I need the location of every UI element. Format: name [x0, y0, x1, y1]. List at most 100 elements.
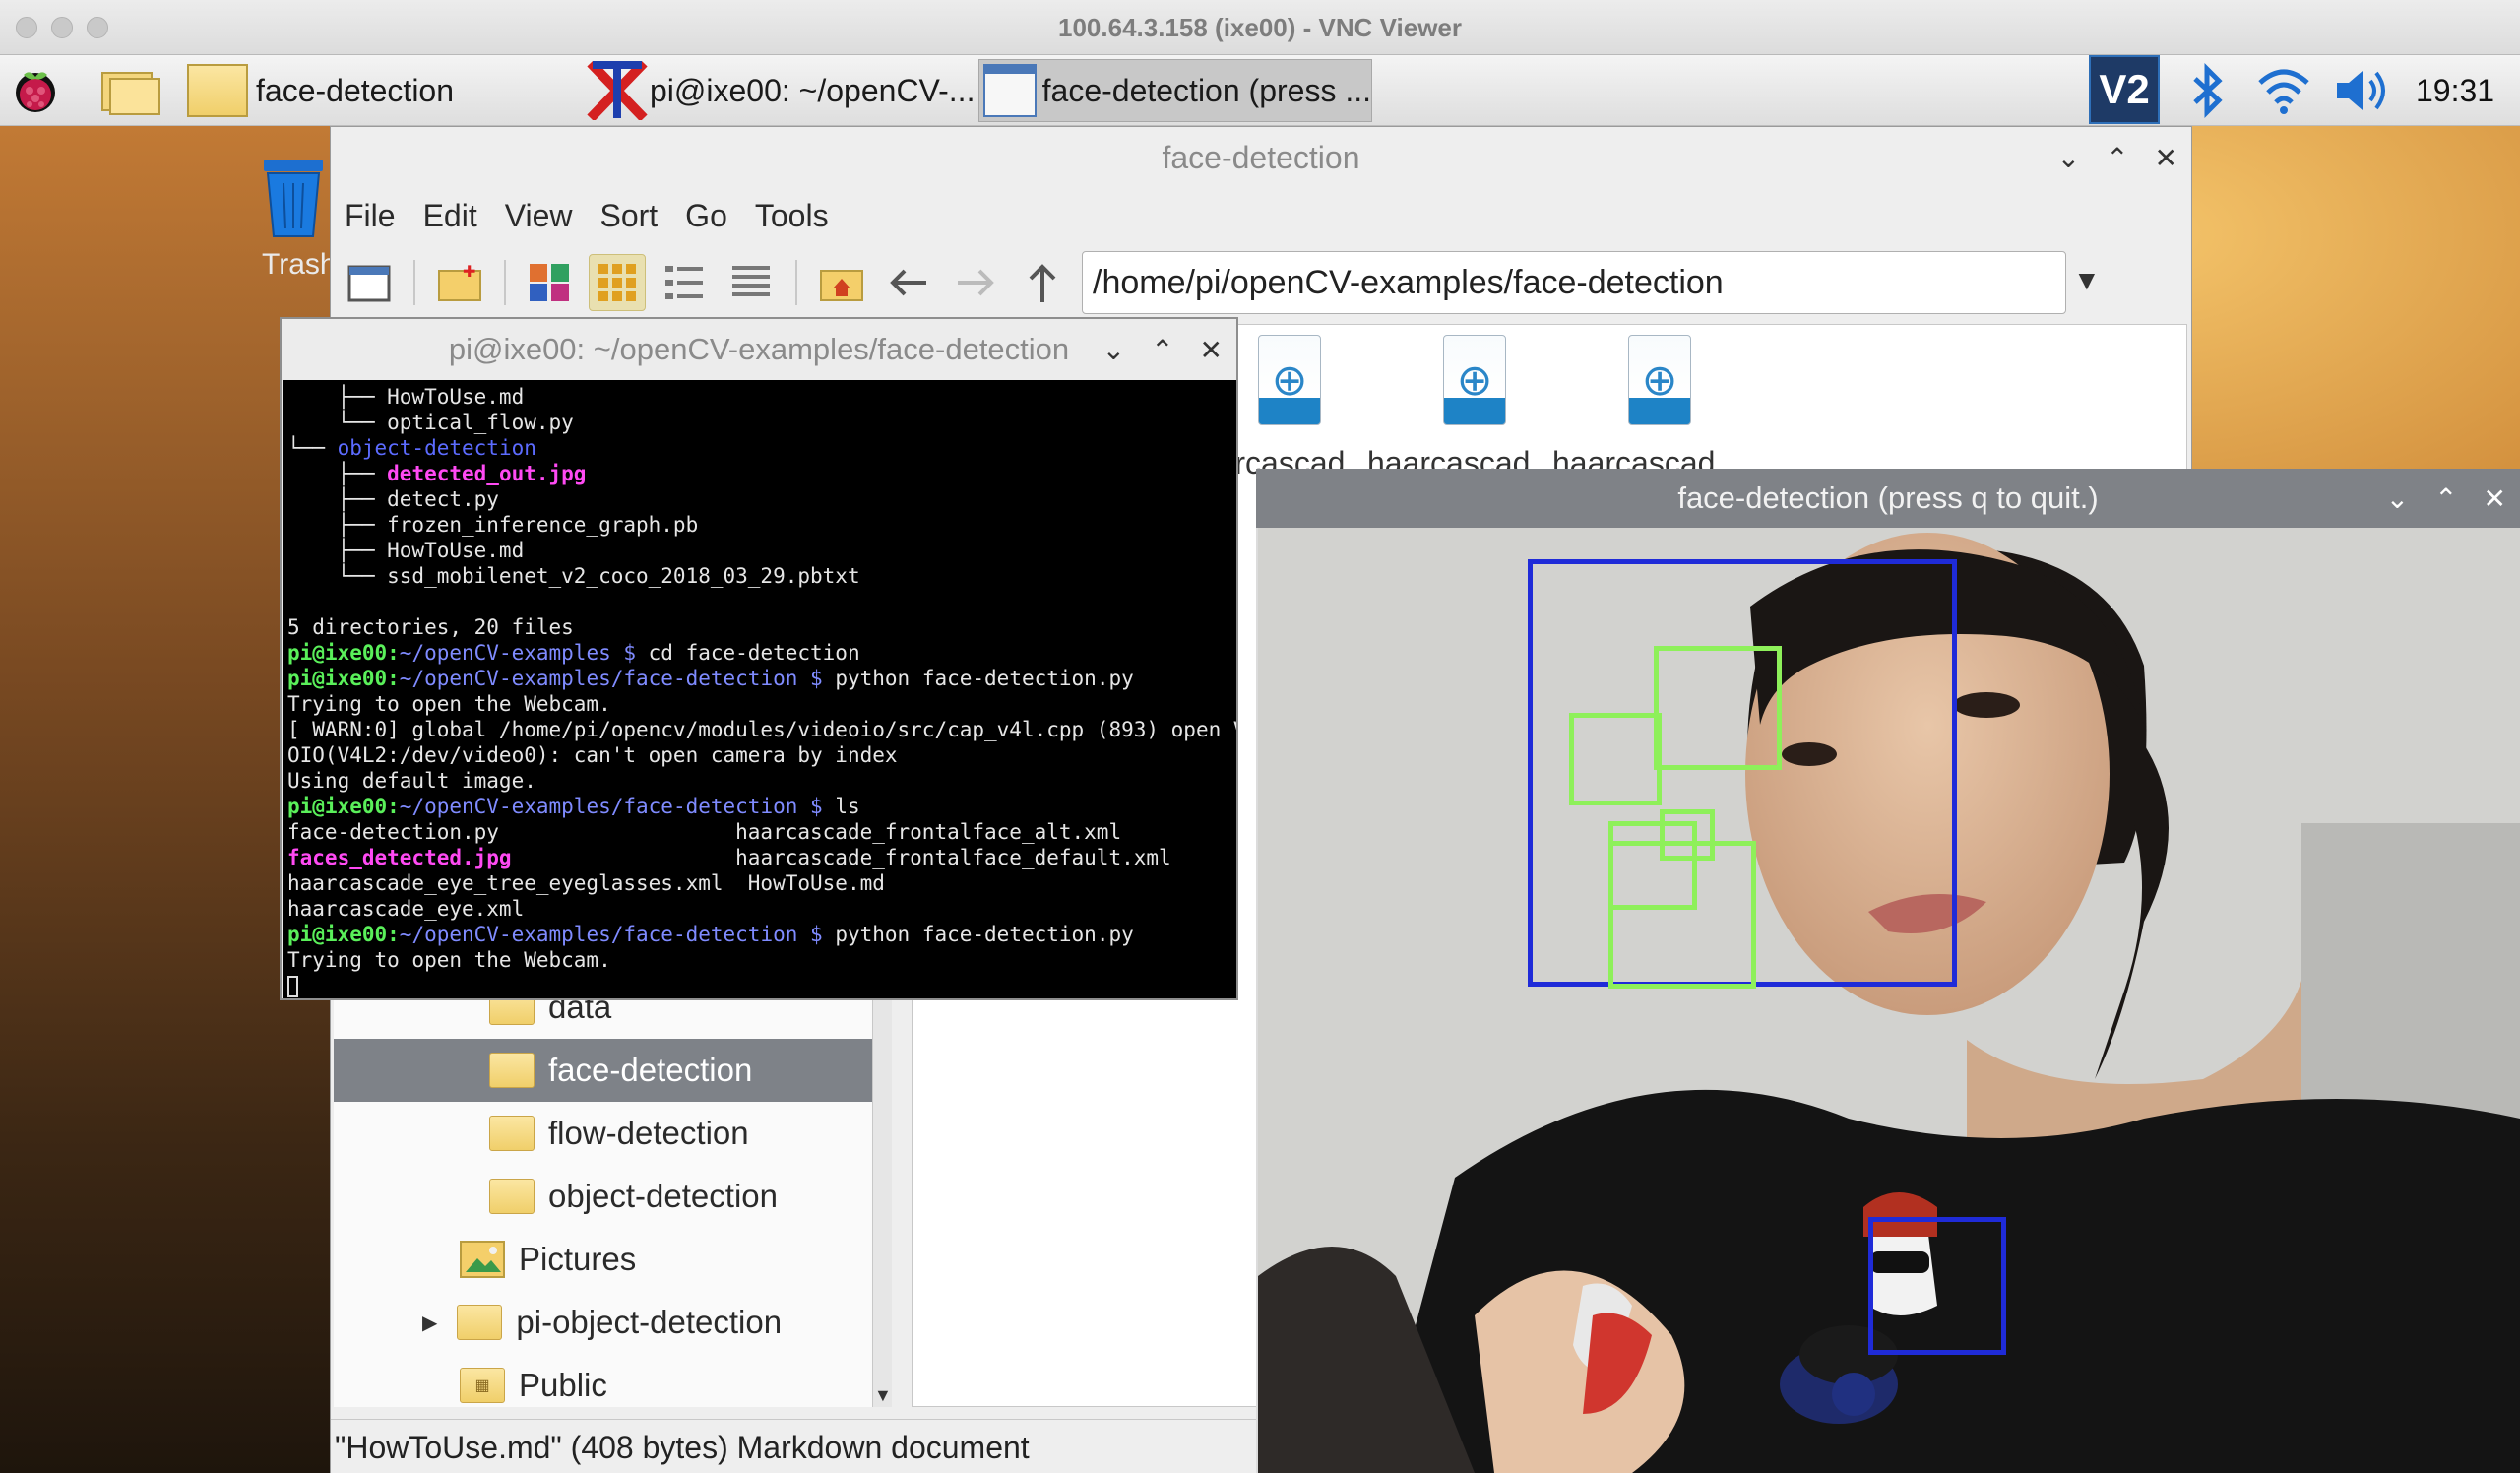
terminal-line: Trying to open the Webcam.	[287, 948, 611, 972]
xterm-icon	[587, 59, 648, 122]
terminal-line: └── object-detection	[287, 436, 536, 460]
minimize-icon[interactable]: ⌄	[1102, 334, 1125, 366]
menu-sort[interactable]: Sort	[586, 198, 671, 234]
tree-item-label: face-detection	[548, 1052, 753, 1088]
file-manager-title: face-detection	[1162, 140, 1360, 175]
terminal-line: pi@ixe00:~/openCV-examples/face-detectio…	[287, 923, 1134, 946]
terminal-output[interactable]: ├── HowToUse.md └── optical_flow.py └── …	[284, 380, 1236, 998]
menu-view[interactable]: View	[491, 198, 587, 234]
menu-go[interactable]: Go	[671, 198, 741, 234]
terminal-line: Using default image.	[287, 769, 536, 793]
tree-item-object-detection[interactable]: object-detection	[334, 1165, 873, 1228]
folder-icon	[457, 1305, 503, 1340]
new-window-icon[interactable]	[341, 254, 398, 311]
trash-label: Trash	[262, 248, 337, 281]
minimize-icon[interactable]: ⌄	[2386, 482, 2409, 515]
file-item[interactable]: ⊕	[1386, 335, 1563, 433]
tree-item-label: Public	[519, 1367, 607, 1403]
toolbar-separator	[795, 260, 797, 305]
terminal-line: pi@ixe00:~/openCV-examples $ cd face-det…	[287, 641, 860, 665]
terminal-line: ├── HowToUse.md	[287, 385, 525, 409]
icon-view-icon[interactable]	[589, 254, 646, 311]
terminal-line: faces_detected.jpg haarcascade_frontalfa…	[287, 846, 1171, 869]
tree-item-face-detection[interactable]: face-detection	[334, 1039, 873, 1102]
terminal-line: ├── HowToUse.md	[287, 539, 525, 562]
tree-item-label: flow-detection	[548, 1115, 749, 1151]
terminal-line: Trying to open the Webcam.	[287, 692, 611, 716]
folder-icon	[489, 1053, 535, 1088]
camera-titlebar: face-detection (press q to quit.) ⌄ ⌃ ✕	[1256, 469, 2520, 528]
terminal-window[interactable]: pi@ixe00: ~/openCV-examples/face-detecti…	[280, 317, 1238, 1000]
volume-icon[interactable]	[2333, 65, 2392, 116]
face-detection-box	[1868, 1217, 2006, 1355]
tree-item-flow-detection[interactable]: flow-detection	[334, 1102, 873, 1165]
trash-icon[interactable]	[258, 156, 329, 240]
terminal-title: pi@ixe00: ~/openCV-examples/face-detecti…	[448, 332, 1070, 366]
window-icon	[983, 64, 1037, 117]
close-icon[interactable]: ✕	[1200, 334, 1223, 366]
tree-item-pictures[interactable]: Pictures	[334, 1228, 873, 1291]
menu-file[interactable]: File	[331, 198, 410, 234]
tree-item-label: object-detection	[548, 1178, 778, 1214]
path-dropdown-icon[interactable]: ▼	[2073, 265, 2101, 296]
menu-tools[interactable]: Tools	[741, 198, 843, 234]
compact-view-icon[interactable]	[656, 254, 713, 311]
terminal-line: └── optical_flow.py	[287, 411, 574, 434]
eye-detection-box	[1569, 713, 1662, 805]
scroll-down-icon[interactable]: ▼	[874, 1385, 892, 1406]
list-view-icon[interactable]	[723, 254, 780, 311]
task-file-manager[interactable]: face-detection	[187, 59, 581, 122]
forward-arrow-icon[interactable]	[947, 254, 1004, 311]
file-item[interactable]: ⊕	[1571, 335, 1748, 433]
clock: 19:31	[2416, 73, 2495, 108]
toolbar-separator	[413, 260, 415, 305]
pictures-folder-icon	[460, 1241, 505, 1278]
public-folder-icon: ▦	[460, 1368, 505, 1403]
tree-item-public[interactable]: ▦ Public	[334, 1354, 873, 1417]
menu-edit[interactable]: Edit	[410, 198, 491, 234]
path-input[interactable]: /home/pi/openCV-examples/face-detection	[1082, 251, 2066, 314]
xml-file-icon: ⊕	[1628, 335, 1691, 425]
bluetooth-icon[interactable]	[2187, 61, 2227, 120]
terminal-line: pi@ixe00:~/openCV-examples/face-detectio…	[287, 795, 860, 818]
up-arrow-icon[interactable]	[1014, 254, 1071, 311]
back-arrow-icon[interactable]	[880, 254, 937, 311]
task-camera-window[interactable]: face-detection (press ...	[978, 59, 1372, 122]
terminal-line: pi@ixe00:~/openCV-examples/face-detectio…	[287, 667, 1134, 690]
camera-frame	[1258, 528, 2520, 1473]
terminal-cursor	[287, 976, 298, 997]
raspberry-menu-icon[interactable]	[10, 65, 61, 116]
terminal-line: face-detection.py haarcascade_frontalfac…	[287, 820, 1122, 844]
expand-arrow-icon[interactable]: ▶	[422, 1311, 437, 1335]
terminal-line: 5 directories, 20 files	[287, 615, 574, 639]
terminal-line: haarcascade_eye_tree_eyeglasses.xml HowT…	[287, 871, 885, 895]
thumbnail-view-icon[interactable]	[522, 254, 579, 311]
close-icon[interactable]: ✕	[2484, 482, 2506, 515]
camera-window: face-detection (press q to quit.) ⌄ ⌃ ✕	[1256, 469, 2520, 1473]
file-manager-launcher-icon[interactable]	[98, 65, 163, 116]
task-terminal[interactable]: pi@ixe00: ~/openCV-...	[587, 59, 976, 122]
tree-item-pi-object-detection[interactable]: ▶ pi-object-detection	[334, 1291, 873, 1354]
maximize-icon[interactable]: ⌃	[1151, 334, 1173, 366]
task-label: face-detection (press ...	[1041, 72, 1371, 108]
terminal-line: OIO(V4L2:/dev/video0): can't open camera…	[287, 743, 898, 767]
xml-file-icon: ⊕	[1258, 335, 1321, 425]
eye-detection-box	[1654, 646, 1782, 770]
maximize-icon[interactable]: ⌃	[2106, 142, 2128, 174]
svg-text:✚: ✚	[463, 264, 475, 281]
vnc-server-icon[interactable]: V2	[2089, 55, 2160, 124]
terminal-line	[287, 973, 1232, 998]
terminal-line: ├── frozen_inference_graph.pb	[287, 513, 699, 537]
home-folder-icon[interactable]	[813, 254, 870, 311]
terminal-line: ├── detect.py	[287, 487, 499, 511]
tree-scrollbar[interactable]	[872, 984, 892, 1407]
close-icon[interactable]: ✕	[2155, 142, 2177, 174]
tree-item-label: Pictures	[519, 1241, 637, 1277]
camera-window-title: face-detection (press q to quit.)	[1677, 480, 2099, 515]
new-folder-icon[interactable]: ✚	[431, 254, 488, 311]
minimize-icon[interactable]: ⌄	[2057, 142, 2080, 174]
eye-detection-box	[1608, 841, 1756, 989]
wifi-icon[interactable]	[2256, 65, 2311, 116]
maximize-icon[interactable]: ⌃	[2434, 482, 2457, 515]
